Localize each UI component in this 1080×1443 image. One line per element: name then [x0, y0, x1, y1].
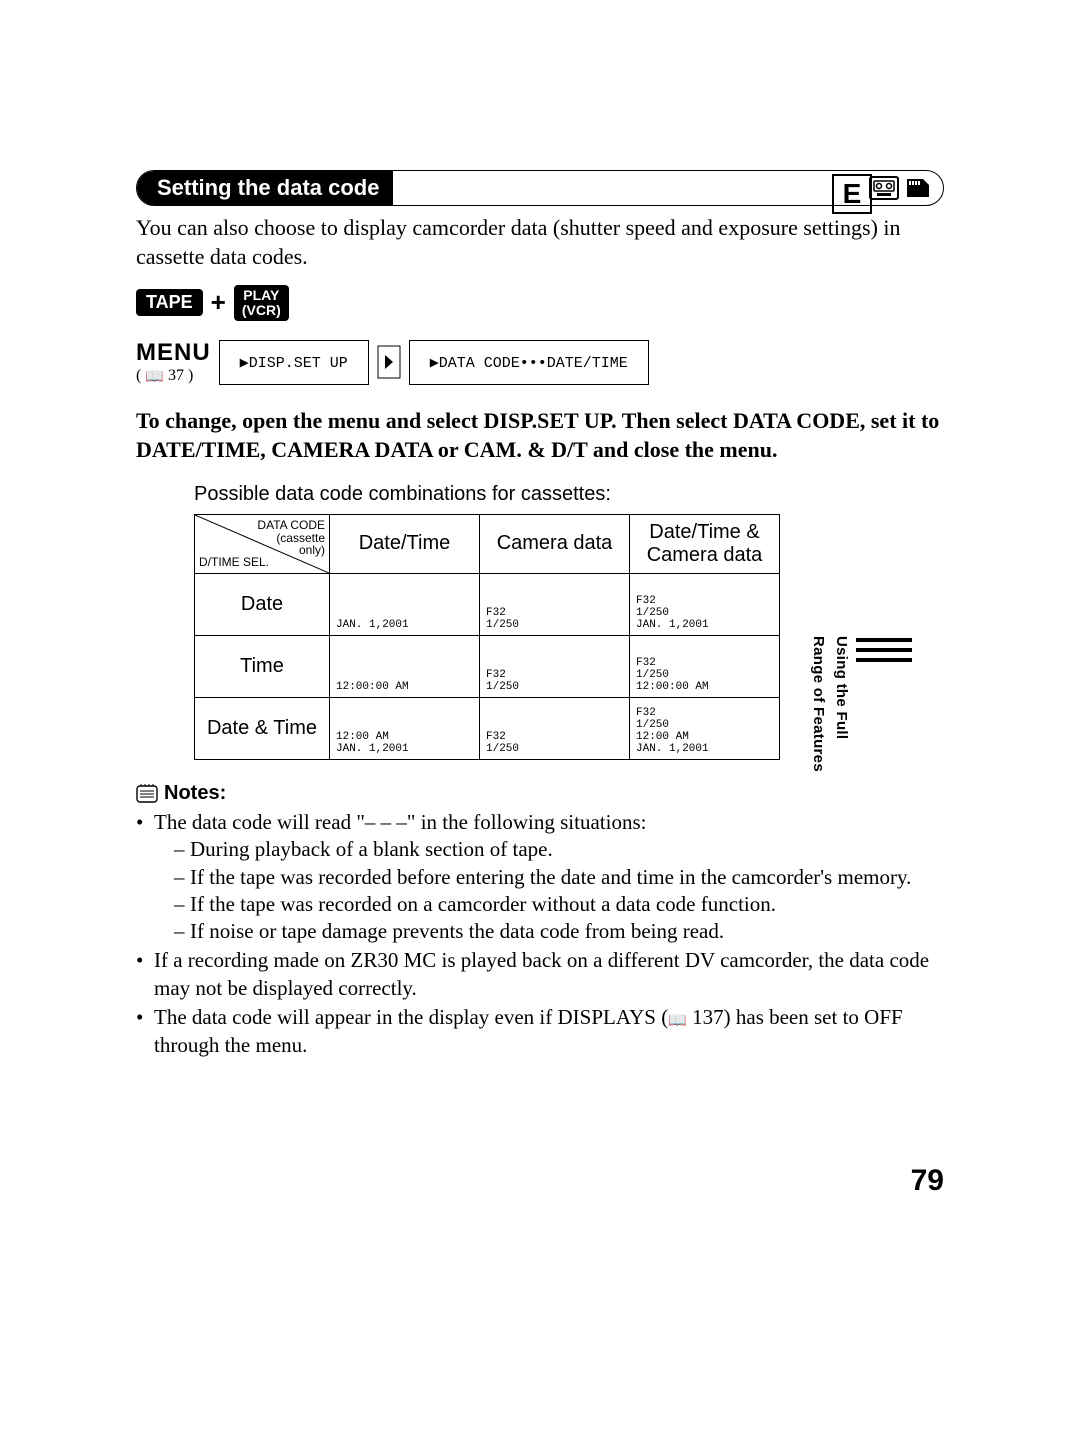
arrow-icon [377, 345, 401, 379]
notes-heading: Notes: [136, 782, 944, 805]
notes-label: Notes: [164, 782, 226, 805]
menu-path-row: MENU ( 📖 37 ) ▶DISP.SET UP ▶DATA CODE•••… [136, 339, 944, 386]
side-tab: Range of Features Using the Full [810, 636, 912, 772]
col-head-1: Camera data [480, 514, 630, 573]
data-code-table: DATA CODE(cassetteonly) D/TIME SEL. Date… [194, 514, 780, 760]
cell-0-2: F321/250JAN. 1,2001 [630, 573, 780, 635]
note-item: If a recording made on ZR30 MC is played… [136, 947, 944, 1002]
intro-text: You can also choose to display camcorder… [136, 214, 944, 271]
cassette-icon [869, 176, 899, 200]
side-tab-line-2: Range of Features [810, 636, 827, 772]
section-heading: Setting the data code [136, 170, 944, 206]
cell-2-1: F321/250 [480, 697, 630, 759]
side-tab-line-1: Using the Full [833, 636, 850, 772]
note-item: The data code will appear in the display… [136, 1004, 944, 1059]
note-subitem: If the tape was recorded on a camcorder … [174, 891, 944, 918]
table-row: Date & Time 12:00 AMJAN. 1,2001 F321/250… [195, 697, 780, 759]
corner-bottom: D/TIME SEL. [199, 555, 269, 569]
row-head-1: Time [195, 635, 330, 697]
menu-step-1: ▶DISP.SET UP [219, 340, 369, 385]
mode-row: TAPE + PLAY(VCR) [136, 285, 944, 320]
cell-1-1: F321/250 [480, 635, 630, 697]
row-head-0: Date [195, 573, 330, 635]
note-subitem: During playback of a blank section of ta… [174, 836, 944, 863]
menu-label-column: MENU ( 📖 37 ) [136, 339, 211, 386]
corner-top: DATA CODE(cassetteonly) [257, 519, 325, 557]
row-head-2: Date & Time [195, 697, 330, 759]
cell-1-0: 12:00:00 AM [330, 635, 480, 697]
table-row: Date JAN. 1,2001 F321/250 F321/250JAN. 1… [195, 573, 780, 635]
col-head-0: Date/Time [330, 514, 480, 573]
memory-card-icon [903, 176, 933, 200]
table-caption: Possible data code combinations for cass… [194, 483, 944, 506]
table-row: Time 12:00:00 AM F321/250 F321/25012:00:… [195, 635, 780, 697]
cell-1-2: F321/25012:00:00 AM [630, 635, 780, 697]
page-number: 79 [911, 1164, 944, 1198]
note-subitem: If noise or tape damage prevents the dat… [174, 918, 944, 945]
cell-0-1: F321/250 [480, 573, 630, 635]
notes-list: The data code will read "– – –" in the f… [136, 809, 944, 1059]
language-badge: E [832, 174, 872, 214]
col-head-2: Date/Time &Camera data [630, 514, 780, 573]
table-corner: DATA CODE(cassetteonly) D/TIME SEL. [195, 514, 330, 573]
notebook-icon [136, 783, 158, 803]
plus-symbol: + [211, 287, 226, 318]
cell-2-2: F321/25012:00 AMJAN. 1,2001 [630, 697, 780, 759]
section-title: Setting the data code [137, 170, 393, 206]
note-subitem: If the tape was recorded before entering… [174, 864, 944, 891]
menu-step-2: ▶DATA CODE•••DATE/TIME [409, 340, 649, 385]
menu-page-ref: ( 📖 37 ) [136, 367, 211, 386]
side-tab-bars [856, 636, 912, 772]
cell-2-0: 12:00 AMJAN. 1,2001 [330, 697, 480, 759]
menu-label: MENU [136, 339, 211, 367]
mode-icons [869, 176, 943, 200]
cell-0-0: JAN. 1,2001 [330, 573, 480, 635]
play-vcr-pill: PLAY(VCR) [234, 285, 289, 320]
note-item: The data code will read "– – –" in the f… [136, 809, 944, 945]
tape-pill: TAPE [136, 289, 203, 316]
instruction-text: To change, open the menu and select DISP… [136, 406, 944, 465]
